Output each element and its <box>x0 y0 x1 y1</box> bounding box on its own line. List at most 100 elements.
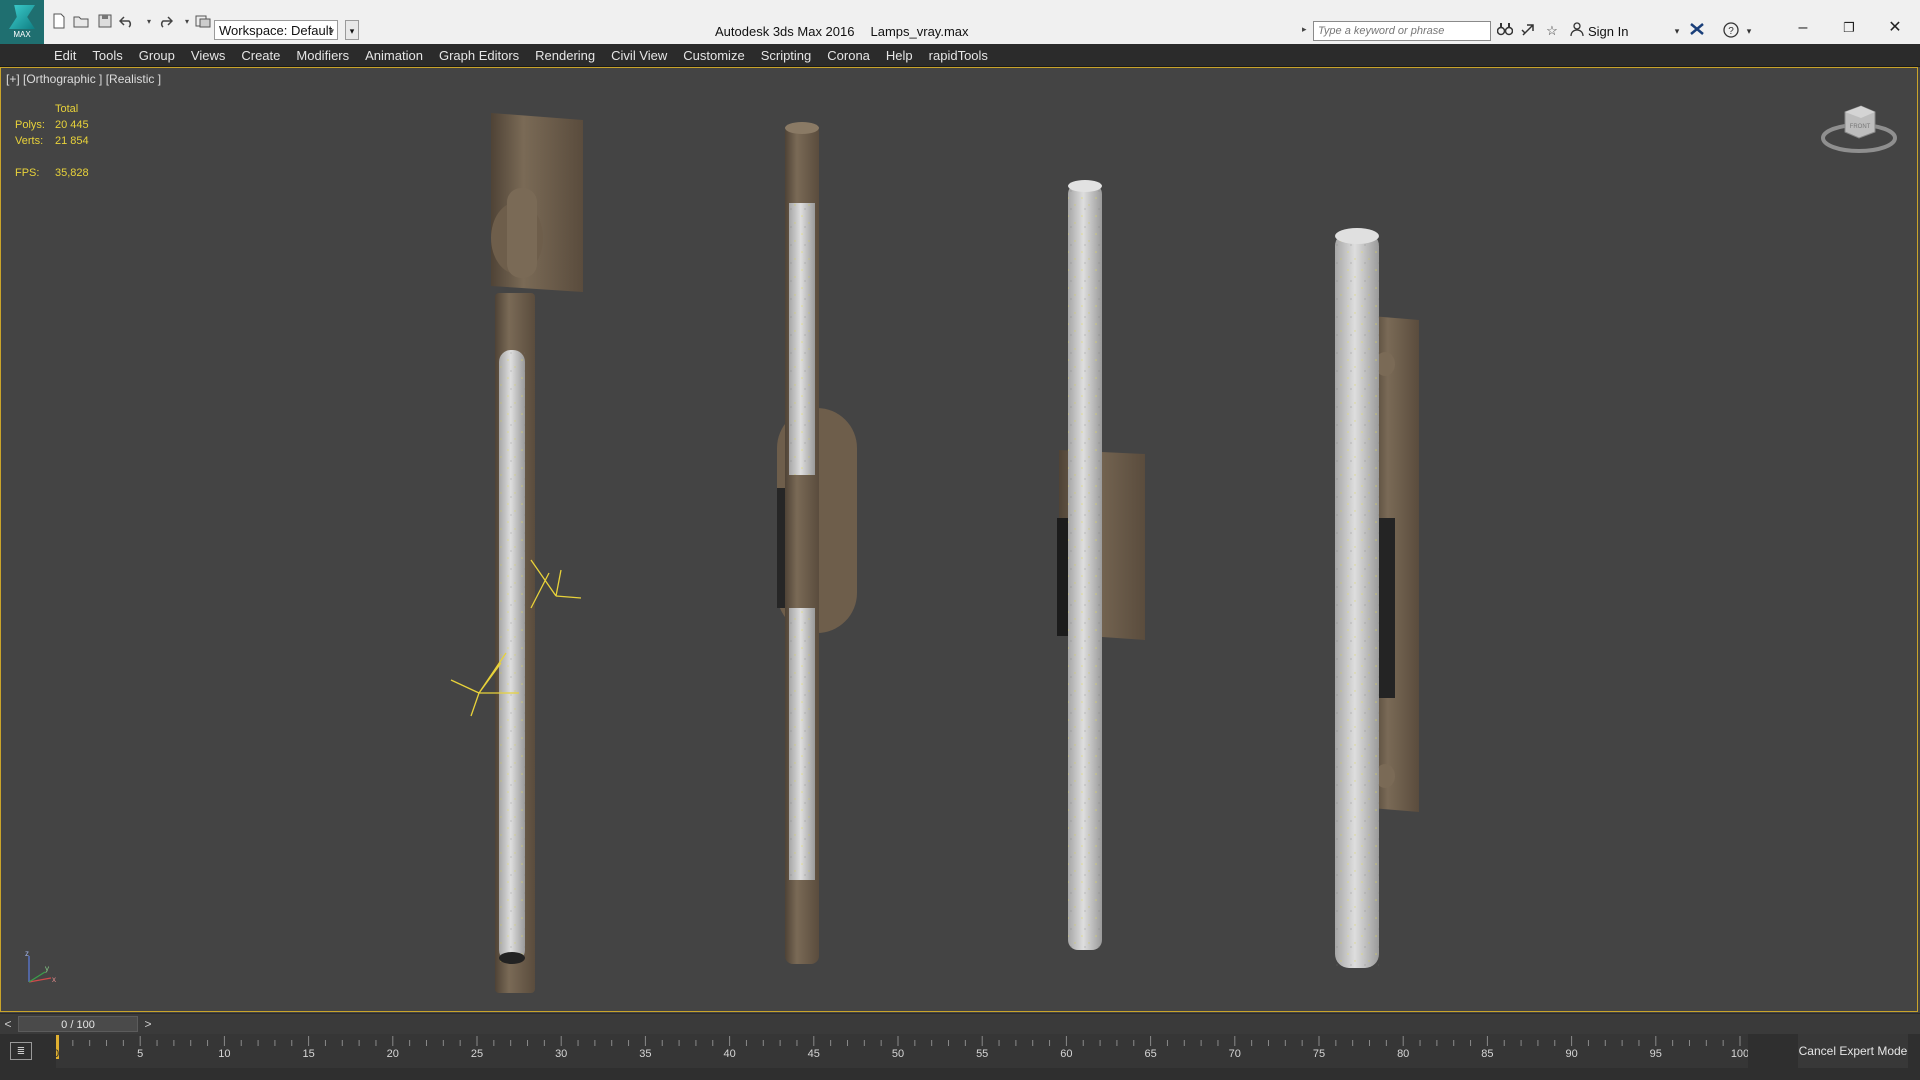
viewcube-face-label: FRONT <box>1850 124 1871 130</box>
undo-icon[interactable] <box>116 10 138 32</box>
ruler-tick-label: 100 <box>1731 1048 1748 1060</box>
ruler-tick-label: 25 <box>471 1048 483 1060</box>
ruler-tick-label: 0 <box>56 1048 59 1060</box>
help-dropdown-icon[interactable]: ▾ <box>1740 22 1758 40</box>
open-icon[interactable] <box>70 10 92 32</box>
ruler-tick-label: 80 <box>1397 1048 1409 1060</box>
menu-rapidtools[interactable]: rapidTools <box>929 48 988 63</box>
axis-label-y: y <box>45 964 49 973</box>
minimize-button[interactable]: – <box>1780 14 1826 42</box>
app-name: Autodesk 3ds Max 2016 <box>715 24 855 39</box>
menu-help[interactable]: Help <box>886 48 913 63</box>
ruler-tick-label: 45 <box>808 1048 820 1060</box>
menu-edit[interactable]: Edit <box>54 48 76 63</box>
close-button[interactable]: ✕ <box>1872 14 1918 42</box>
menu-create[interactable]: Create <box>241 48 280 63</box>
save-icon[interactable] <box>94 10 116 32</box>
menu-corona[interactable]: Corona <box>827 48 870 63</box>
ruler-tick-label: 50 <box>892 1048 904 1060</box>
sign-in-label: Sign In <box>1588 24 1629 39</box>
menu-tools[interactable]: Tools <box>92 48 122 63</box>
search-placeholder: Type a keyword or phrase <box>1318 25 1445 37</box>
help-icon[interactable]: ? <box>1722 22 1740 40</box>
exchange-icon[interactable] <box>1519 22 1537 40</box>
menu-bar: Edit Tools Group Views Create Modifiers … <box>0 44 1920 67</box>
menu-modifiers[interactable]: Modifiers <box>296 48 349 63</box>
ruler-tick-label: 10 <box>218 1048 230 1060</box>
ruler-tick-label: 30 <box>555 1048 567 1060</box>
time-slider[interactable]: < 0 / 100 > <box>0 1013 1920 1035</box>
search-expand-icon[interactable]: ▸ <box>1302 24 1307 35</box>
ruler-tick-label: 40 <box>723 1048 735 1060</box>
axis-label-z: z <box>25 949 29 958</box>
ruler-tick-label: 20 <box>387 1048 399 1060</box>
ruler-tick-label: 90 <box>1565 1048 1577 1060</box>
polys-value: 20 445 <box>55 119 89 131</box>
viewport-statistics: Total Polys: 20 445 Verts: 21 854 FPS: 35,8… <box>15 101 89 181</box>
logo-text: MAX <box>13 30 31 39</box>
window-title: Autodesk 3ds Max 2016 Lamps_vray.max <box>715 24 969 39</box>
workspace-dropdown[interactable]: Workspace: Default ▾ <box>214 20 338 40</box>
star-icon[interactable]: ☆ <box>1543 22 1561 40</box>
mini-curve-editor-icon[interactable]: ≣ <box>10 1042 32 1060</box>
restore-button[interactable]: ❐ <box>1826 14 1872 42</box>
menu-graph-editors[interactable]: Graph Editors <box>439 48 519 63</box>
redo-icon[interactable] <box>154 10 176 32</box>
menu-scripting[interactable]: Scripting <box>761 48 812 63</box>
verts-label: Verts: <box>15 135 44 147</box>
cancel-expert-mode-button[interactable]: Cancel Expert Mode <box>1798 1034 1908 1068</box>
lamp-4[interactable] <box>1335 228 1419 968</box>
new-icon[interactable] <box>48 10 70 32</box>
menu-views[interactable]: Views <box>191 48 225 63</box>
fps-label: FPS: <box>15 167 40 179</box>
lamp-1[interactable] <box>450 113 583 993</box>
verts-value: 21 854 <box>55 135 89 147</box>
ruler-tick-label: 95 <box>1650 1048 1662 1060</box>
project-folder-icon[interactable] <box>192 10 214 32</box>
workspace-label: Workspace: Default <box>219 23 333 38</box>
x-exchange-icon[interactable] <box>1688 22 1706 40</box>
previous-frame-button[interactable]: < <box>0 1016 16 1032</box>
track-bar: ≣ 5 10 15 20 25 30 35 40 45 50 55 60 65 70 75 80 85 90 95 1… <box>0 1034 1920 1080</box>
fps-value: 35,828 <box>55 167 89 179</box>
max-logo-icon <box>9 5 35 29</box>
ruler-tick-label: 70 <box>1229 1048 1241 1060</box>
lamp-2[interactable] <box>777 122 857 964</box>
sign-in-dropdown-icon[interactable]: ▾ <box>1668 22 1686 40</box>
quick-access-menu-button[interactable]: ▾ <box>345 20 359 40</box>
polys-label: Polys: <box>15 119 45 131</box>
stats-header: Total <box>55 103 79 115</box>
ruler-tick-label: 15 <box>302 1048 314 1060</box>
menu-group[interactable]: Group <box>139 48 175 63</box>
menu-customize[interactable]: Customize <box>683 48 744 63</box>
sign-in-button[interactable]: Sign In <box>1588 24 1628 39</box>
menu-civil-view[interactable]: Civil View <box>611 48 667 63</box>
menu-animation[interactable]: Animation <box>365 48 423 63</box>
lamp-3[interactable] <box>1057 180 1145 950</box>
infocenter-search-input[interactable]: Type a keyword or phrase <box>1313 21 1491 41</box>
perspective-viewport[interactable]: [+] [Orthographic ] [Realistic ] Total P… <box>0 67 1918 1012</box>
ruler-tick-label: 5 <box>137 1048 143 1060</box>
user-icon[interactable] <box>1568 22 1586 40</box>
viewcube[interactable]: FRONT <box>1819 98 1899 161</box>
app-menu-button[interactable]: MAX <box>0 0 44 44</box>
scene-render <box>450 113 1419 993</box>
ruler-tick-label: 35 <box>639 1048 651 1060</box>
title-bar: MAX ▾ ▾ Workspace: Default ▾ ▾ Autodesk … <box>0 0 1920 45</box>
binoculars-icon[interactable] <box>1496 22 1514 40</box>
axis-label-x: x <box>52 975 56 984</box>
ruler-tick-label: 60 <box>1060 1048 1072 1060</box>
ruler-tick-label: 85 <box>1481 1048 1493 1060</box>
viewport-label[interactable]: [+] [Orthographic ] [Realistic ] <box>6 72 161 86</box>
next-frame-button[interactable]: > <box>140 1016 156 1032</box>
time-slider-thumb[interactable]: 0 / 100 <box>18 1016 138 1032</box>
ruler-tick-label: 65 <box>1144 1048 1156 1060</box>
track-bar-ruler[interactable]: 5 10 15 20 25 30 35 40 45 50 55 60 65 70 75 80 85 90 95 100… <box>56 1034 1748 1080</box>
svg-text:?: ? <box>1728 26 1734 37</box>
menu-rendering[interactable]: Rendering <box>535 48 595 63</box>
ruler-tick-label: 75 <box>1313 1048 1325 1060</box>
axis-tripod: z x y <box>21 948 61 991</box>
ruler-tick-label: 55 <box>976 1048 988 1060</box>
chevron-down-icon: ▾ <box>329 26 334 36</box>
file-name: Lamps_vray.max <box>870 24 969 39</box>
